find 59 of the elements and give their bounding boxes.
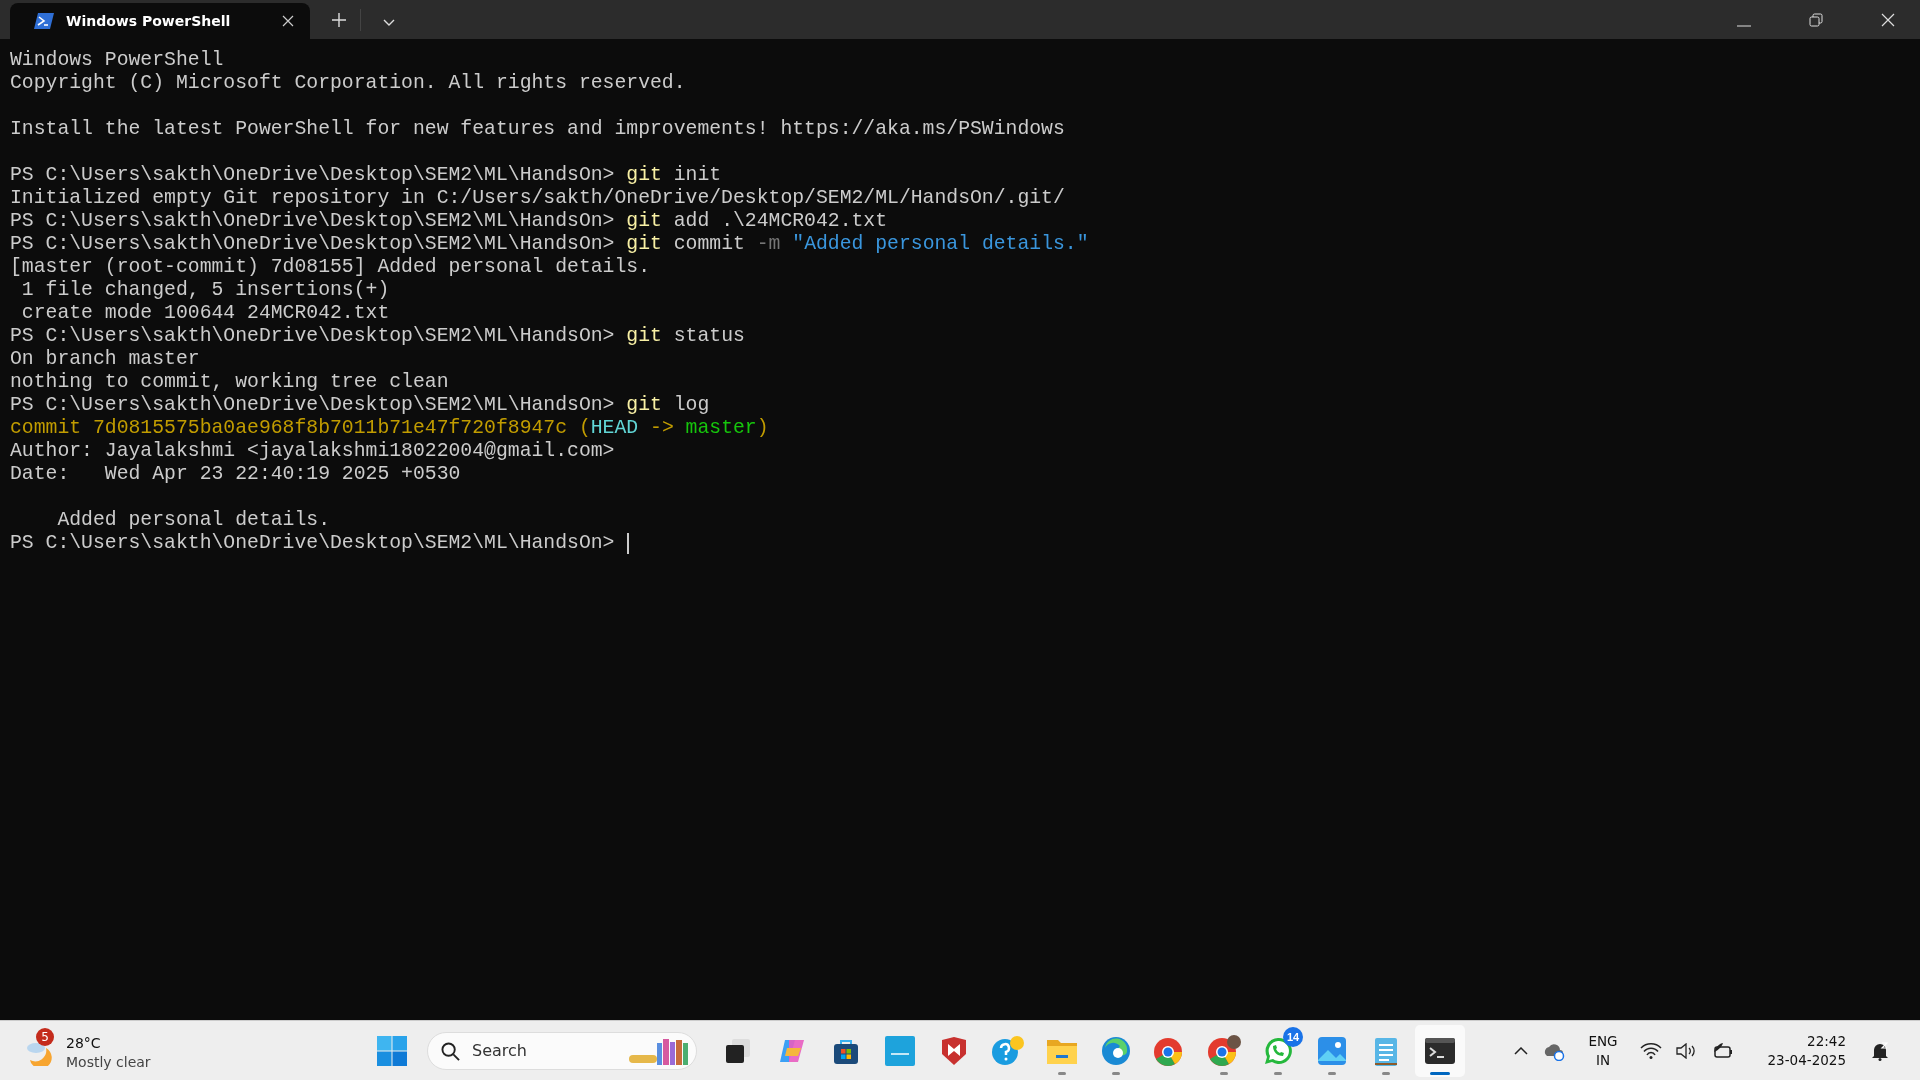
app-tile-icon — [885, 1035, 915, 1066]
photos-icon — [1317, 1035, 1347, 1066]
windows-start-icon[interactable] — [377, 1035, 407, 1066]
language-indicator[interactable]: ENG IN — [1588, 1031, 1618, 1070]
search-icon — [441, 1041, 460, 1061]
terminal-line: Copyright (C) Microsoft Corporation. All rights reserved. — [10, 72, 686, 95]
wifi-icon[interactable] — [1639, 1042, 1662, 1059]
terminal-line: Install the latest PowerShell for new features and improvements! https://aka.ms/PSWindows — [10, 118, 1065, 141]
terminal-tab[interactable]: Windows PowerShell — [10, 3, 310, 39]
running-indicator — [1220, 1071, 1228, 1075]
terminal-line: create mode 100644 24MCR042.txt — [20, 302, 390, 325]
restore-icon[interactable] — [1809, 13, 1823, 27]
terminal-line: nothing to commit, working tree clean — [10, 371, 449, 394]
clock[interactable]: 22:42 23-04-2025 — [1767, 1031, 1846, 1070]
terminal-line: Added personal details. — [56, 509, 330, 532]
terminal-icon — [1424, 1036, 1456, 1065]
notification-badge: 5 — [36, 1027, 54, 1046]
terminal-line: PS C:\Users\sakth\OneDrive\Desktop\SEM2\ML\HandsOn> git add .\24MCR042.txt — [10, 210, 888, 233]
new-tab-icon[interactable] — [332, 13, 346, 27]
notification-badge: 14 — [1283, 1026, 1303, 1047]
running-indicator — [1058, 1071, 1066, 1075]
running-indicator — [1430, 1071, 1450, 1075]
close-icon[interactable] — [1881, 13, 1895, 27]
chrome-profile-icon — [1207, 1034, 1241, 1067]
terminal-line: PS C:\Users\sakth\OneDrive\Desktop\SEM2\ML\HandsOn> git log — [10, 394, 710, 417]
close-tab-icon[interactable] — [282, 15, 294, 27]
weather-condition: Mostly clear — [66, 1052, 151, 1072]
terminal-line: PS C:\Users\sakth\OneDrive\Desktop\SEM2\ML\HandsOn> git commit -m "Added personal details." — [10, 233, 1089, 256]
terminal-line: Windows PowerShell — [10, 49, 224, 72]
weather-widget[interactable]: 5 28°C Mostly clear — [24, 1023, 164, 1078]
terminal-line: Initialized empty Git repository in C:/Users/sakth/OneDrive/Desktop/SEM2/ML/HandsOn/.git/ — [10, 187, 1065, 210]
terminal-line: commit 7d0815575ba0ae968f8b7011b71e47f720f8947c (HEAD -> master) — [10, 417, 769, 440]
running-indicator — [1382, 1071, 1390, 1075]
search-field[interactable]: Search — [427, 1031, 697, 1070]
terminal-line: PS C:\Users\sakth\OneDrive\Desktop\SEM2\ML\HandsOn> git init — [10, 164, 722, 187]
terminal-line: PS C:\Users\sakth\OneDrive\Desktop\SEM2\ML\HandsOn> — [10, 532, 616, 555]
terminal-line: PS C:\Users\sakth\OneDrive\Desktop\SEM2\ML\HandsOn> git status — [10, 325, 745, 348]
chevron-up-icon[interactable] — [1514, 1046, 1529, 1055]
books-icon — [627, 1036, 689, 1065]
shield-icon — [939, 1035, 969, 1066]
dropdown-icon[interactable] — [383, 19, 395, 27]
help-icon — [991, 1035, 1025, 1066]
terminal-line: [master (root-commit) 7d08155] Added personal details. — [10, 256, 650, 279]
terminal-line: 1 file changed, 5 insertions(+) — [20, 279, 390, 302]
browser-swirl-icon — [1101, 1035, 1131, 1066]
temperature: 28°C — [66, 1033, 102, 1053]
tab-title: Windows PowerShell — [66, 13, 232, 29]
powershell-icon — [34, 13, 54, 29]
battery-icon[interactable] — [1711, 1041, 1734, 1060]
volume-icon[interactable] — [1675, 1042, 1698, 1059]
terminal-line: On branch master — [10, 348, 200, 371]
running-indicator — [1328, 1071, 1336, 1075]
notification-bell-icon[interactable] — [1870, 1040, 1890, 1061]
running-indicator — [1112, 1071, 1120, 1075]
terminal-line: Date: Wed Apr 23 22:40:19 2025 +0530 — [10, 463, 461, 486]
taskbar-button[interactable] — [1415, 1024, 1465, 1077]
terminal-line: Author: Jayalakshmi <jayalakshmi18022004@gmail.com> — [10, 440, 615, 463]
running-indicator — [1274, 1071, 1282, 1075]
taskbar-button[interactable]: 14 — [1253, 1024, 1303, 1077]
